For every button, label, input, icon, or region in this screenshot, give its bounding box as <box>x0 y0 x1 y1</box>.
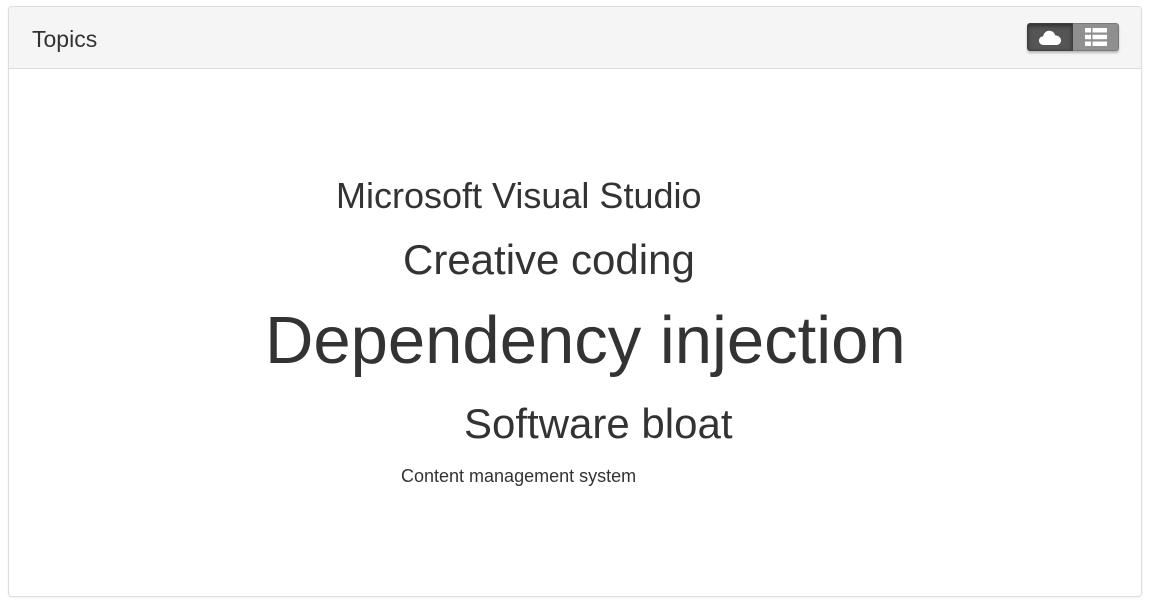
list-view-button[interactable] <box>1073 23 1119 51</box>
panel-heading: Topics <box>9 7 1141 69</box>
topics-panel: Topics Microsoft Visual Studio Creative … <box>8 6 1142 597</box>
panel-title: Topics <box>32 26 98 52</box>
view-toggle-group <box>1027 23 1119 51</box>
word-cloud-term[interactable]: Software bloat <box>464 403 733 445</box>
word-cloud: Microsoft Visual Studio Creative coding … <box>9 69 1141 596</box>
word-cloud-term[interactable]: Dependency injection <box>265 307 906 374</box>
word-cloud-term[interactable]: Microsoft Visual Studio <box>336 178 702 214</box>
word-cloud-term[interactable]: Content management system <box>401 467 636 485</box>
list-icon <box>1084 28 1107 46</box>
cloud-view-button[interactable] <box>1027 23 1073 51</box>
word-cloud-term[interactable]: Creative coding <box>403 239 695 281</box>
cloud-icon <box>1038 29 1062 46</box>
